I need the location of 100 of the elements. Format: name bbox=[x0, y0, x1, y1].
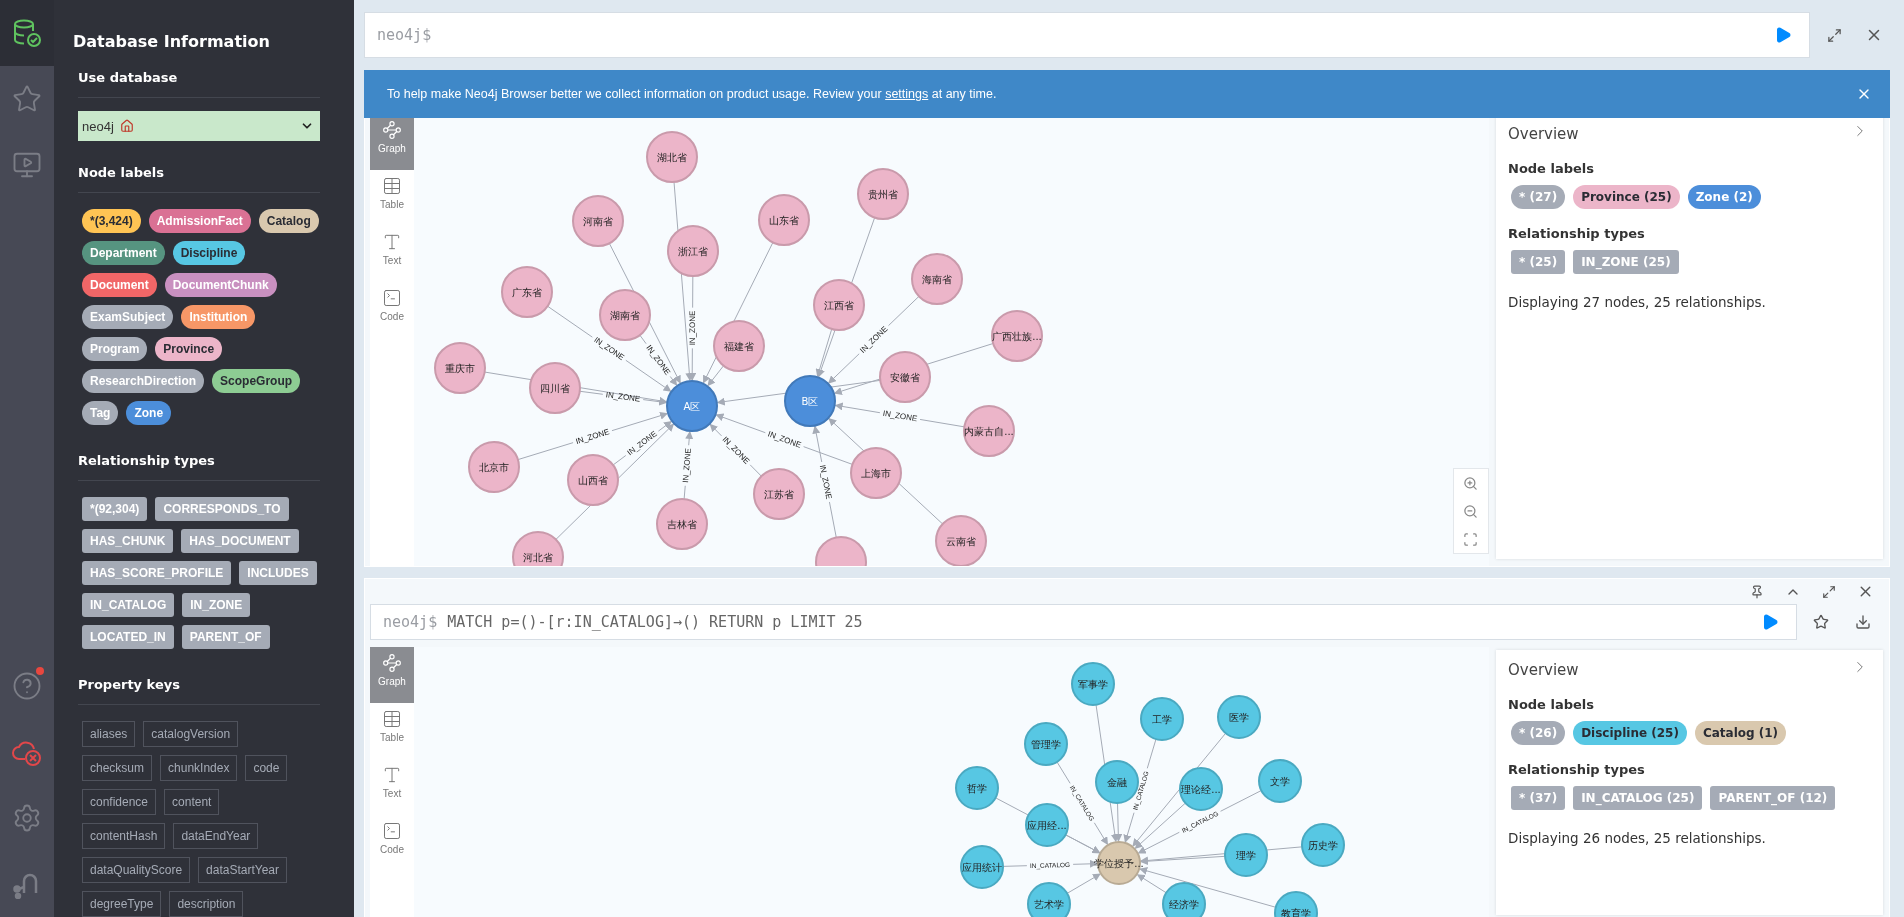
node-label: 广西壮族... bbox=[992, 330, 1042, 342]
graph-node[interactable] bbox=[857, 168, 909, 220]
query-editor[interactable]: neo4j$ MATCH p=()-[r:IN_CATALOG]→() RETURN p LIMIT 25 bbox=[370, 604, 1797, 640]
property-key-chip[interactable]: chunkIndex bbox=[160, 755, 238, 781]
node-label-chip[interactable]: *(3,424) bbox=[82, 209, 141, 233]
relationship-type-chip[interactable]: CORRESPONDS_TO bbox=[155, 497, 289, 521]
relationship-type-chip[interactable]: PARENT_OF bbox=[181, 625, 270, 649]
graph-node[interactable] bbox=[512, 531, 564, 566]
property-key-chip[interactable]: content bbox=[164, 789, 220, 815]
graph-node[interactable] bbox=[1024, 722, 1068, 766]
settings-link[interactable]: settings bbox=[885, 87, 929, 101]
graph-node[interactable] bbox=[1025, 803, 1069, 847]
relationship-type-chip[interactable]: IN_ZONE (25) bbox=[1573, 250, 1679, 274]
graph-node[interactable] bbox=[666, 380, 718, 432]
graph-node[interactable] bbox=[572, 195, 624, 247]
graph-node[interactable] bbox=[911, 253, 963, 305]
relationship-type-chip[interactable]: IN_CATALOG (25) bbox=[1573, 786, 1703, 810]
graph-node[interactable] bbox=[784, 375, 836, 427]
graph-node[interactable] bbox=[667, 225, 719, 277]
graph-node[interactable] bbox=[879, 351, 931, 403]
node-label-chip[interactable]: Catalog bbox=[258, 209, 319, 233]
graph-node[interactable] bbox=[1140, 697, 1184, 741]
node-label-chip[interactable]: Province (25) bbox=[1573, 185, 1680, 209]
node-label-chip[interactable]: Tag bbox=[82, 401, 119, 425]
property-key-chip[interactable]: dataEndYear bbox=[173, 823, 259, 849]
relationship-type-chip[interactable]: * (37) bbox=[1511, 786, 1566, 810]
view-tab[interactable]: Table bbox=[370, 170, 414, 226]
property-key-chip[interactable]: aliases bbox=[82, 721, 136, 747]
graph-node[interactable] bbox=[850, 447, 902, 499]
node-label-chip[interactable]: ScopeGroup bbox=[212, 369, 301, 393]
property-key-chip[interactable]: checksum bbox=[82, 755, 153, 781]
graph-node[interactable] bbox=[991, 310, 1043, 362]
node-label-chip[interactable]: ExamSubject bbox=[82, 305, 174, 329]
nav-item[interactable] bbox=[0, 0, 54, 66]
graph-node[interactable] bbox=[656, 498, 708, 550]
node-label-chip[interactable]: Program bbox=[82, 337, 148, 361]
relationship-type-chip[interactable]: IN_CATALOG bbox=[82, 593, 175, 617]
view-tab[interactable]: Table bbox=[370, 703, 414, 759]
graph-node[interactable] bbox=[758, 194, 810, 246]
node-label-chip[interactable]: Document bbox=[82, 273, 157, 297]
graph-node[interactable] bbox=[434, 342, 486, 394]
graph-node[interactable] bbox=[646, 131, 698, 183]
graph-node[interactable] bbox=[1274, 891, 1318, 917]
graph-node[interactable] bbox=[1179, 767, 1223, 811]
view-tab[interactable]: Graph bbox=[370, 647, 414, 703]
graph-node[interactable] bbox=[1027, 882, 1071, 917]
view-tab[interactable]: Text bbox=[370, 759, 414, 815]
node-label-chip[interactable]: Catalog (1) bbox=[1694, 721, 1787, 745]
database-select[interactable]: neo4j bbox=[78, 111, 320, 141]
graph-node[interactable] bbox=[753, 468, 805, 520]
relationship-type-chip[interactable]: * (25) bbox=[1511, 250, 1566, 274]
node-label-chip[interactable]: Discipline (25) bbox=[1573, 721, 1687, 745]
view-tab[interactable]: Code bbox=[370, 815, 414, 871]
node-label-chip[interactable]: Province bbox=[155, 337, 223, 361]
relationship-type-chip[interactable]: HAS_SCORE_PROFILE bbox=[82, 561, 232, 585]
graph-node[interactable] bbox=[529, 362, 581, 414]
graph-node[interactable] bbox=[1071, 662, 1115, 706]
node-label-chip[interactable]: Department bbox=[82, 241, 165, 265]
property-key-chip[interactable]: catalogVersion bbox=[143, 721, 239, 747]
graph-node[interactable] bbox=[935, 515, 987, 566]
node-label-chip[interactable]: Zone (2) bbox=[1687, 185, 1761, 209]
query-editor[interactable]: neo4j$ bbox=[364, 12, 1810, 58]
node-label-chip[interactable]: AdmissionFact bbox=[148, 209, 251, 233]
node-label-chip[interactable]: * (26) bbox=[1511, 721, 1566, 745]
property-key-chip[interactable]: degreeType bbox=[82, 891, 162, 917]
graph-node[interactable] bbox=[1224, 833, 1268, 877]
graph-node[interactable] bbox=[1258, 759, 1302, 803]
relationship-type-chip[interactable]: IN_ZONE bbox=[182, 593, 251, 617]
graph-node[interactable] bbox=[1162, 882, 1206, 917]
node-label-chip[interactable]: Institution bbox=[181, 305, 256, 329]
property-key-chip[interactable]: description bbox=[169, 891, 244, 917]
graph-node[interactable] bbox=[1301, 823, 1345, 867]
property-key-chip[interactable]: contentHash bbox=[82, 823, 166, 849]
node-label-chip[interactable]: Zone bbox=[126, 401, 172, 425]
relationship-type-chip[interactable]: HAS_DOCUMENT bbox=[181, 529, 299, 553]
graph-node[interactable] bbox=[713, 320, 765, 372]
relationship-type-chip[interactable]: *(92,304) bbox=[82, 497, 148, 521]
relationship-type-chip[interactable]: HAS_CHUNK bbox=[82, 529, 174, 553]
property-key-chip[interactable]: dataStartYear bbox=[198, 857, 287, 883]
pin-icon bbox=[1750, 584, 1764, 599]
node-label-chip[interactable]: ResearchDirection bbox=[82, 369, 205, 393]
graph-node[interactable] bbox=[468, 441, 520, 493]
view-tab[interactable]: Text bbox=[370, 226, 414, 282]
graph-node[interactable] bbox=[955, 766, 999, 810]
relationship-type-chip[interactable]: LOCATED_IN bbox=[82, 625, 174, 649]
property-key-chip[interactable]: dataQualityScore bbox=[82, 857, 191, 883]
graph-node[interactable] bbox=[960, 845, 1004, 889]
graph-node[interactable] bbox=[1217, 695, 1261, 739]
node-label-chip[interactable]: Discipline bbox=[172, 241, 246, 265]
graph-node[interactable] bbox=[501, 266, 553, 318]
graph-node[interactable] bbox=[567, 454, 619, 506]
node-label-chip[interactable]: * (27) bbox=[1511, 185, 1566, 209]
graph-node[interactable] bbox=[963, 405, 1015, 457]
graph-node[interactable] bbox=[815, 536, 867, 566]
node-label-chip[interactable]: DocumentChunk bbox=[164, 273, 277, 297]
relationship-type-chip[interactable]: PARENT_OF (12) bbox=[1710, 786, 1836, 810]
property-key-chip[interactable]: code bbox=[245, 755, 288, 781]
property-key-chip[interactable]: confidence bbox=[82, 789, 157, 815]
view-tab[interactable]: Code bbox=[370, 282, 414, 338]
relationship-type-chip[interactable]: INCLUDES bbox=[239, 561, 317, 585]
